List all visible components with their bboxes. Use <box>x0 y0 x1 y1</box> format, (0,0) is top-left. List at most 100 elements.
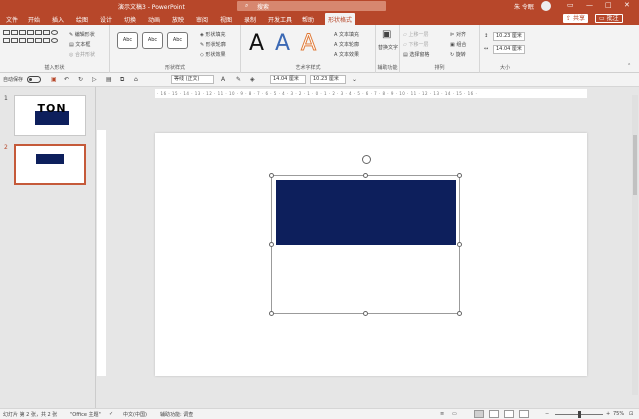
bring-forward-button[interactable]: ▱ 上移一层 <box>403 31 428 38</box>
tab-review[interactable]: 审阅 <box>196 15 208 24</box>
dark-blue-rectangle-shape[interactable] <box>276 180 456 245</box>
tab-help[interactable]: 帮助 <box>302 15 314 24</box>
shape-rect-icon[interactable] <box>11 30 18 35</box>
user-name[interactable]: 朱 令眠 <box>514 2 534 11</box>
collapse-ribbon-icon[interactable]: ⌃ <box>627 63 631 69</box>
vertical-scrollbar[interactable] <box>632 95 638 395</box>
rotate-button[interactable]: ↻ 旋转 <box>450 51 466 58</box>
shape-style-2[interactable]: Abc <box>142 32 163 49</box>
comments-icon[interactable]: ▭ <box>452 411 457 417</box>
ribbon-display-icon[interactable]: ▭ <box>567 1 574 9</box>
customize-qat-icon[interactable]: ⌄ <box>352 76 357 83</box>
redo-icon[interactable]: ↻ <box>78 76 83 83</box>
zoom-in-icon[interactable]: + <box>606 411 610 417</box>
shape-rect-icon[interactable] <box>3 30 10 35</box>
slide-1-thumbnail[interactable]: TON <box>14 95 86 136</box>
qat-height-input[interactable]: 14.04 厘米 <box>270 75 306 84</box>
avatar[interactable] <box>541 1 551 11</box>
shape-fill-button[interactable]: ◈ 形状填充 <box>200 31 225 38</box>
undo-icon[interactable]: ↶ <box>64 76 69 83</box>
tab-view[interactable]: 视图 <box>220 15 232 24</box>
tab-home[interactable]: 开始 <box>28 15 40 24</box>
tab-shape-format[interactable]: 形状格式 <box>325 13 356 25</box>
resize-handle-ne[interactable] <box>457 173 462 178</box>
scrollbar-thumb[interactable] <box>633 135 637 195</box>
shape-line-icon[interactable] <box>27 30 34 35</box>
tab-draw[interactable]: 绘图 <box>76 15 88 24</box>
resize-handle-w[interactable] <box>269 242 274 247</box>
shape-style-3[interactable]: Abc <box>167 32 188 49</box>
shape-oval-icon[interactable] <box>51 38 58 43</box>
shape-height-input[interactable]: 10.23 厘米 <box>493 32 525 41</box>
tab-design[interactable]: 设计 <box>100 15 112 24</box>
zoom-slider-thumb[interactable] <box>578 411 581 418</box>
rotate-handle-icon[interactable] <box>362 155 371 164</box>
shape-rect-icon[interactable] <box>43 38 50 43</box>
align-button[interactable]: ⊫ 对齐 <box>450 31 466 38</box>
tab-insert[interactable]: 插入 <box>52 15 64 24</box>
notes-icon[interactable]: ≡ <box>440 411 444 417</box>
alt-text-button[interactable]: 替换文字 <box>377 44 399 51</box>
wordart-style-1[interactable]: A <box>249 31 264 56</box>
tab-slideshow[interactable]: 放映 <box>172 15 184 24</box>
shape-rect-icon[interactable] <box>11 38 18 43</box>
spellcheck-icon[interactable]: ✓ <box>109 411 113 417</box>
alt-text-icon[interactable]: ▣ <box>382 29 391 40</box>
resize-handle-e[interactable] <box>457 242 462 247</box>
tab-record[interactable]: 录制 <box>244 15 256 24</box>
send-backward-button[interactable]: ▱ 下移一层 <box>403 41 428 48</box>
qat-width-input[interactable]: 10.23 厘米 <box>310 75 346 84</box>
text-effects-button[interactable]: A 文本效果 <box>334 51 359 58</box>
zoom-out-icon[interactable]: − <box>545 411 549 417</box>
close-button[interactable]: ✕ <box>624 1 630 9</box>
shape-outline-button[interactable]: ✎ 形状轮廓 <box>200 41 226 48</box>
comment-button[interactable]: ▭ 批注 <box>595 14 623 23</box>
shape-star-icon[interactable] <box>35 38 42 43</box>
save-icon[interactable]: ▣ <box>51 76 57 83</box>
edit-shape-button[interactable]: ✎ 编辑形状 <box>69 31 95 38</box>
wordart-style-3[interactable]: A <box>300 31 316 57</box>
shape-oval-icon[interactable] <box>51 30 58 35</box>
shape-line-icon[interactable] <box>35 30 42 35</box>
resize-handle-sw[interactable] <box>269 311 274 316</box>
new-slide-icon[interactable]: ▤ <box>106 76 112 83</box>
resize-handle-nw[interactable] <box>269 173 274 178</box>
resize-handle-n[interactable] <box>363 173 368 178</box>
tab-file[interactable]: 文件 <box>6 15 18 24</box>
shape-triangle-icon[interactable] <box>3 38 10 43</box>
slide-sorter-button[interactable] <box>489 410 499 418</box>
resize-handle-se[interactable] <box>457 311 462 316</box>
shape-line-icon[interactable] <box>19 30 26 35</box>
font-name-select[interactable]: 等线 (正文) <box>171 75 214 84</box>
copy-icon[interactable]: ⧉ <box>120 76 124 84</box>
text-box-button[interactable]: ▤ 文本框 <box>69 41 90 48</box>
shape-width-input[interactable]: 14.04 厘米 <box>493 45 525 54</box>
slideshow-view-button[interactable] <box>519 410 529 418</box>
slide-2-thumbnail[interactable] <box>14 144 86 185</box>
pen-icon[interactable]: ✎ <box>236 76 241 83</box>
normal-view-button[interactable] <box>474 410 484 418</box>
format-painter-icon[interactable]: ⌂ <box>134 76 138 83</box>
shape-arrow-icon[interactable] <box>19 38 26 43</box>
fit-slide-icon[interactable]: ⊡ <box>629 411 633 417</box>
group-button[interactable]: ▣ 组合 <box>450 41 466 48</box>
language[interactable]: 中文(中国) <box>123 411 147 418</box>
search-box[interactable]: ⌕ 搜索 <box>237 1 386 11</box>
reading-view-button[interactable] <box>504 410 514 418</box>
shape-effects-button[interactable]: ◇ 形状效果 <box>200 51 225 58</box>
shape-gallery[interactable] <box>3 29 67 53</box>
shape-rect-icon[interactable] <box>43 30 50 35</box>
minimize-button[interactable]: — <box>586 1 593 9</box>
autosave-toggle[interactable] <box>27 76 41 83</box>
tab-developer[interactable]: 开发工具 <box>268 15 292 24</box>
shape-fill-icon[interactable]: ◈ <box>250 76 255 83</box>
share-button[interactable]: ⇪ 共享 <box>563 14 588 23</box>
merge-shapes-button[interactable]: ◎ 合并形状 <box>69 51 95 58</box>
text-fill-button[interactable]: A 文本填充 <box>334 31 359 38</box>
accessibility-status[interactable]: 辅助功能: 调查 <box>160 411 193 418</box>
tab-animations[interactable]: 动画 <box>148 15 160 24</box>
zoom-level[interactable]: 75% <box>613 411 624 417</box>
wordart-style-2[interactable]: A <box>275 31 290 56</box>
selection-pane-button[interactable]: ▤ 选择窗格 <box>403 51 429 58</box>
shape-arrow-icon[interactable] <box>27 38 34 43</box>
